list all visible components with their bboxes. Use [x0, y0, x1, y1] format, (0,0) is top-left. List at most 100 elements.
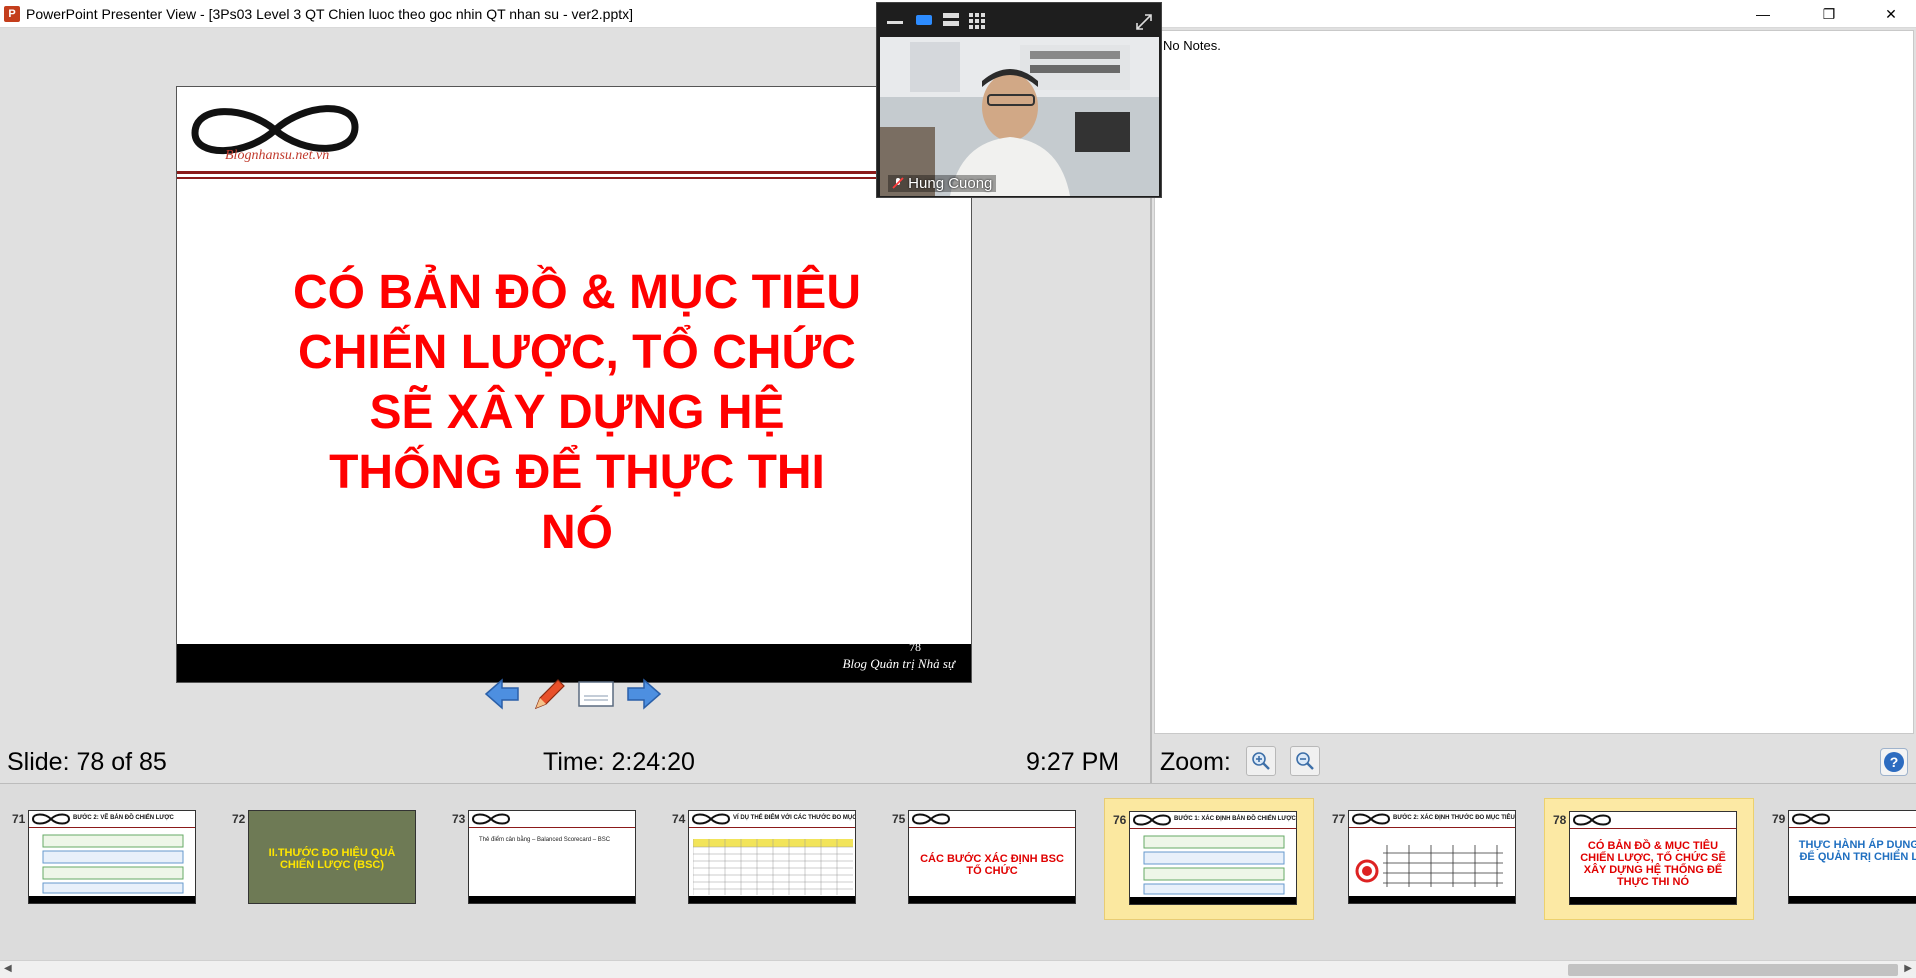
- thumbnail-rule: [1789, 827, 1916, 828]
- scroll-right-icon[interactable]: ▶: [1904, 963, 1912, 974]
- black-screen-icon: [578, 681, 614, 707]
- slide-footer-text: Blog Quản trị Nhả sự: [842, 656, 955, 671]
- thumbnail-number: 75: [892, 812, 906, 826]
- restore-button[interactable]: ❐: [1806, 0, 1852, 28]
- logo-text: Blognhansu.net.vn: [225, 148, 329, 163]
- slide-counter: Slide: 78 of 85: [7, 748, 167, 776]
- slide-title: CÓ BẢN ĐỒ & MỤC TIÊU CHIẾN LƯỢC, TỔ CHỨC…: [293, 266, 861, 559]
- thumbnail-logo-icon: [1132, 814, 1172, 826]
- participant-video: Hung Cuong: [880, 37, 1159, 196]
- pen-tool-button[interactable]: [528, 674, 568, 714]
- window-title: PowerPoint Presenter View - [3Ps03 Level…: [26, 6, 634, 22]
- thumbnail-number: 76: [1113, 813, 1127, 827]
- previous-slide-button[interactable]: [482, 674, 522, 714]
- zoom-out-button[interactable]: [1290, 746, 1320, 776]
- thumbnail-footer: [909, 896, 1075, 903]
- thumbnail-rule: [689, 827, 855, 828]
- slide-thumbnail-78[interactable]: 78 CÓ BẢN ĐỒ & MỤC TIÊU CHIẾN LƯỢC, TỔ CH…: [1544, 798, 1754, 920]
- thumbnail-rule: [1570, 828, 1736, 829]
- thumbnail-preview: BƯỚC 2: VẼ BẢN ĐỒ CHIẾN LƯỢC: [28, 810, 196, 904]
- thumbnail-logo-icon: [911, 813, 951, 825]
- slide-header-line-2: [177, 177, 971, 179]
- thumbnail-rule: [909, 827, 1075, 828]
- thumbnail-footer: [1789, 896, 1916, 903]
- slide-thumbnail-71[interactable]: 71 BƯỚC 2: VẼ BẢN ĐỒ CHIẾN LƯỢC: [4, 798, 214, 920]
- thumbnail-logo-icon: [1572, 814, 1612, 826]
- minimize-video-icon[interactable]: [887, 21, 903, 25]
- current-slide[interactable]: Blognhansu.net.vn CÓ BẢN ĐỒ & MỤC TIÊU C…: [176, 86, 972, 683]
- participant-name: Hung Cuong: [888, 175, 997, 192]
- minimize-button[interactable]: —: [1740, 0, 1786, 28]
- thumbnail-logo-icon: [471, 813, 511, 825]
- video-toolbar: [877, 3, 1161, 37]
- strip-view-icon[interactable]: [943, 13, 959, 27]
- slide-thumbnail-74[interactable]: 74 VÍ DỤ THẺ ĐIỂM VỚI CÁC THƯỚC ĐO MỤC TI…: [664, 798, 874, 920]
- thumbnail-caption: THỰC HÀNH ÁP DỤNG BSC ĐỂ QUẢN TRỊ CHIẾN …: [1798, 839, 1916, 863]
- thumbnail-number: 77: [1332, 812, 1346, 826]
- participant-photo: [880, 37, 1159, 196]
- zoom-controls: Zoom: ?: [1152, 740, 1916, 782]
- thumbnail-footer: [1570, 897, 1736, 904]
- strategy-map-diagram: [42, 834, 184, 894]
- slide-thumbnail-79[interactable]: 79 THỰC HÀNH ÁP DỤNG BSC ĐỂ QUẢN TRỊ CHIẾ…: [1764, 798, 1916, 920]
- thumbnail-number: 72: [232, 812, 246, 826]
- notes-text: No Notes.: [1163, 38, 1221, 53]
- thumbnail-preview: II.THƯỚC ĐO HIỆU QUẢ CHIẾN LƯỢC (BSC): [248, 810, 416, 904]
- arrow-right-icon: [627, 678, 662, 710]
- thumbnail-footer: [689, 896, 855, 903]
- thumbnail-preview: CÓ BẢN ĐỒ & MỤC TIÊU CHIẾN LƯỢC, TỔ CHỨC…: [1569, 811, 1737, 905]
- gallery-view-icon[interactable]: [969, 13, 985, 29]
- thumbnail-title: VÍ DỤ THẺ ĐIỂM VỚI CÁC THƯỚC ĐO MỤC TIÊU…: [733, 815, 856, 821]
- thumbnail-footer: [29, 896, 195, 903]
- zoom-label: Zoom:: [1160, 748, 1231, 776]
- zoom-in-button[interactable]: [1246, 746, 1276, 776]
- status-bar: Slide: 78 of 85 Time: 2:24:20 9:27 PM: [0, 740, 1150, 782]
- powerpoint-icon: P: [4, 6, 20, 22]
- strategy-map-diagram: [1143, 835, 1285, 895]
- close-button[interactable]: ✕: [1868, 0, 1914, 28]
- notes-pane: No Notes. Zoom: ?: [1152, 28, 1916, 783]
- thumbnail-caption: CÁC BƯỚC XÁC ĐỊNH BSC TỔ CHỨC: [920, 853, 1064, 877]
- thumbnail-footer: [469, 896, 635, 903]
- slide-thumbnail-72[interactable]: 72 II.THƯỚC ĐO HIỆU QUẢ CHIẾN LƯỢC (BSC): [224, 798, 434, 920]
- notes-area[interactable]: No Notes.: [1154, 30, 1914, 734]
- thumbnail-logo-icon: [31, 813, 71, 825]
- scrollbar-thumb[interactable]: [1568, 964, 1898, 976]
- thumbnail-number: 71: [12, 812, 26, 826]
- thumbnail-rule: [29, 827, 195, 828]
- slide-thumbnail-77[interactable]: 77 BƯỚC 2: XÁC ĐỊNH THƯỚC ĐO MỤC TIÊU: [1324, 798, 1534, 920]
- thumbnail-title: BƯỚC 2: VẼ BẢN ĐỒ CHIẾN LƯỢC: [73, 815, 174, 821]
- black-screen-button[interactable]: [576, 674, 616, 714]
- thumbnail-footer: [1130, 897, 1296, 904]
- measures-grid: [1355, 845, 1503, 887]
- blog-logo: Blognhansu.net.vn: [185, 95, 365, 165]
- video-call-panel[interactable]: Hung Cuong: [876, 2, 1162, 198]
- thumbnail-caption: II.THƯỚC ĐO HIỆU QUẢ CHIẾN LƯỢC (BSC): [268, 847, 396, 871]
- next-slide-button[interactable]: [624, 674, 664, 714]
- slide-thumbnail-76[interactable]: 76 BƯỚC 1: XÁC ĐỊNH BẢN ĐỒ CHIẾN LƯỢC: [1104, 798, 1314, 920]
- slide-thumbnail-75[interactable]: 75 CÁC BƯỚC XÁC ĐỊNH BSC TỔ CHỨC: [884, 798, 1094, 920]
- thumbnail-bullet-text: Thẻ điểm cân bằng – Balanced Scorecard –…: [479, 837, 611, 843]
- slide-number: 78: [909, 640, 921, 654]
- expand-icon[interactable]: [1135, 13, 1153, 31]
- thumbnail-preview: THỰC HÀNH ÁP DỤNG BSC ĐỂ QUẢN TRỊ CHIẾN …: [1788, 810, 1916, 904]
- thumbnail-scrollbar[interactable]: ◀ ▶: [0, 960, 1916, 978]
- help-button[interactable]: ?: [1880, 748, 1908, 776]
- scroll-left-icon[interactable]: ◀: [4, 963, 12, 974]
- thumbnail-title: BƯỚC 1: XÁC ĐỊNH BẢN ĐỒ CHIẾN LƯỢC: [1174, 816, 1296, 822]
- clock: 9:27 PM: [1026, 748, 1120, 776]
- slide-navigation: [482, 674, 668, 716]
- thumbnail-rule: [1349, 827, 1515, 828]
- elapsed-time[interactable]: Time: 2:24:20: [543, 748, 695, 777]
- speaker-view-icon[interactable]: [915, 13, 933, 27]
- muted-mic-icon: [892, 177, 904, 189]
- svg-text:?: ?: [1890, 754, 1899, 770]
- thumbnail-logo-icon: [1351, 813, 1391, 825]
- thumbnail-number: 74: [672, 812, 686, 826]
- thumbnail-title: BƯỚC 2: XÁC ĐỊNH THƯỚC ĐO MỤC TIÊU: [1393, 815, 1515, 821]
- thumbnail-preview: VÍ DỤ THẺ ĐIỂM VỚI CÁC THƯỚC ĐO MỤC TIÊU…: [688, 810, 856, 904]
- slide-thumbnail-73[interactable]: 73 Thẻ điểm cân bằng – Balanced Scorecard…: [444, 798, 654, 920]
- thumbnail-rule: [469, 827, 635, 828]
- thumbnail-number: 78: [1553, 813, 1567, 827]
- thumbnail-preview: BƯỚC 1: XÁC ĐỊNH BẢN ĐỒ CHIẾN LƯỢC: [1129, 811, 1297, 905]
